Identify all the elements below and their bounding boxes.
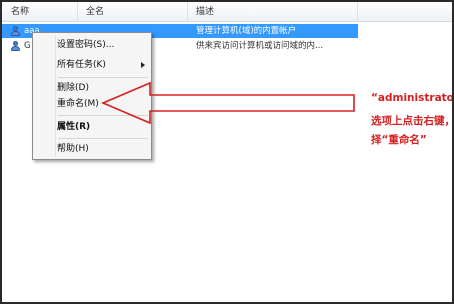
row-description: 管理计算机(域)的内置帐户: [196, 26, 297, 36]
menu-item-help[interactable]: 帮助(H): [57, 141, 149, 157]
column-header-name[interactable]: 名称: [2, 2, 78, 22]
user-icon: [10, 26, 21, 36]
menu-gutter: [55, 35, 56, 157]
annotation-line-2: 选项上点击右键，: [371, 115, 454, 127]
menu-item-label: 所有任务(K): [57, 60, 106, 70]
menu-separator: [58, 115, 148, 116]
menu-item-rename[interactable]: 重命名(M): [57, 96, 149, 112]
menu-separator: [58, 77, 148, 78]
user-icon: [10, 41, 21, 51]
annotation-line-3: 择“重命名”: [371, 134, 427, 146]
list-header: 名称 全名 描述: [2, 2, 452, 22]
menu-item-all-tasks[interactable]: 所有任务(K): [57, 57, 149, 73]
submenu-arrow-icon: [141, 62, 145, 68]
menu-separator: [58, 138, 148, 139]
window-frame: 名称 全名 描述 aaa 管理计算机(域)的内置帐户 G 供来宾访问计算机或访问…: [0, 0, 454, 304]
menu-item-set-password[interactable]: 设置密码(S)...: [57, 37, 149, 53]
row-name: G: [24, 41, 31, 51]
column-header-fullname[interactable]: 全名: [78, 2, 188, 22]
context-menu: 设置密码(S)... 所有任务(K) 删除(D) 重命名(M) 属性(R) 帮助…: [32, 32, 152, 160]
column-header-description[interactable]: 描述: [188, 2, 358, 22]
annotation-line-1: “administrator”: [371, 92, 454, 104]
menu-item-delete[interactable]: 删除(D): [57, 80, 149, 96]
row-description: 供来宾访问计算机或访问域的内...: [196, 41, 324, 51]
menu-item-properties[interactable]: 属性(R): [57, 119, 149, 135]
